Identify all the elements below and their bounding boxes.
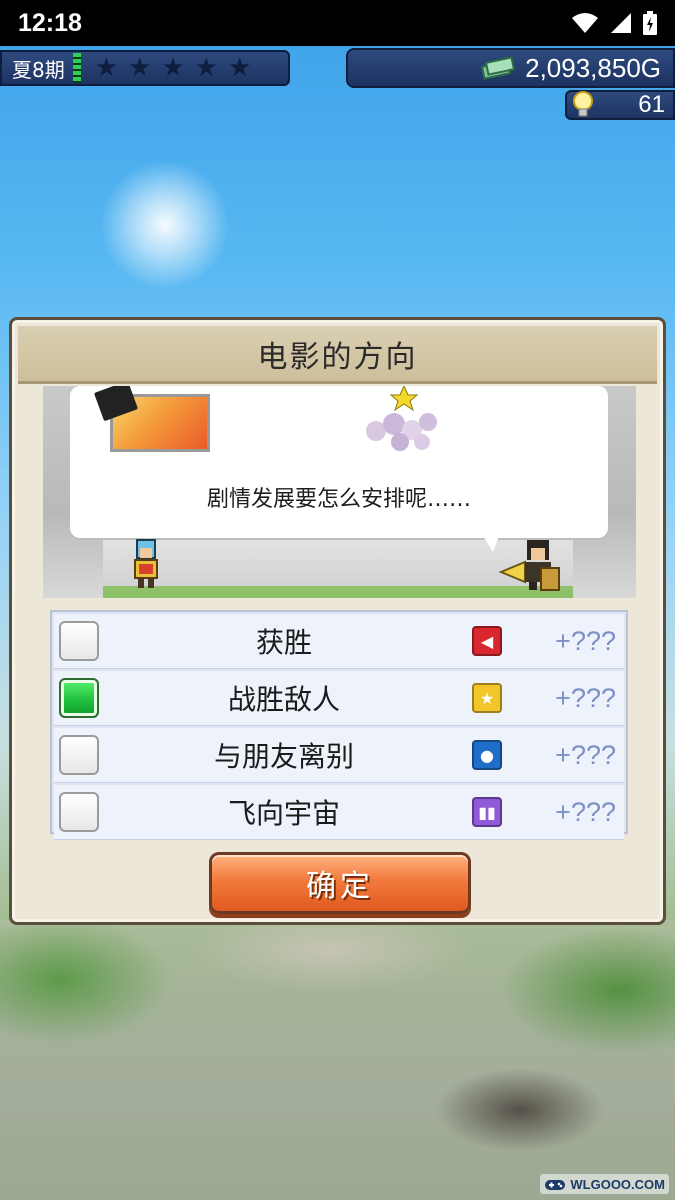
period-rating-panel: 夏8期 ★ ★ ★ ★ ★ bbox=[0, 50, 290, 86]
option-label: 获胜 bbox=[255, 626, 312, 659]
star-icon: ★ bbox=[227, 53, 252, 83]
actor-character bbox=[134, 539, 158, 588]
star-icon: ★ bbox=[194, 53, 218, 83]
wifi-icon bbox=[572, 13, 598, 33]
signal-icon bbox=[611, 13, 631, 33]
story-scene: 剧情发展要怎么安排呢…… bbox=[43, 386, 636, 598]
gamepad-icon bbox=[545, 1180, 566, 1190]
option-checkbox[interactable] bbox=[59, 792, 99, 832]
option-bonus: +??? bbox=[555, 796, 616, 827]
period-label: 夏8期 bbox=[12, 57, 65, 82]
star-icon: ★ bbox=[161, 53, 185, 83]
cash-icon bbox=[481, 56, 516, 80]
option-row[interactable]: 战胜敌人 ★ +??? bbox=[54, 671, 624, 726]
option-checkbox[interactable] bbox=[59, 678, 99, 718]
option-bonus: +??? bbox=[555, 682, 616, 713]
dialog-title: 电影的方向 bbox=[257, 339, 418, 375]
star-icon: ★ bbox=[94, 53, 119, 83]
option-checkbox[interactable] bbox=[59, 621, 99, 661]
background-sun bbox=[100, 160, 230, 290]
option-checkbox[interactable] bbox=[59, 735, 99, 775]
status-icons bbox=[571, 11, 657, 35]
option-row[interactable]: 获胜 ◀ +??? bbox=[54, 614, 624, 669]
option-label: 战胜敌人 bbox=[227, 683, 340, 716]
option-label: 飞向宇宙 bbox=[227, 797, 340, 830]
confirm-button[interactable]: 确定 bbox=[209, 852, 471, 914]
flower-idea-icon bbox=[366, 386, 437, 451]
option-bonus: +??? bbox=[555, 739, 616, 770]
watermark-text: WLGOOO.COM bbox=[570, 1176, 665, 1192]
speech-bubble: 剧情发展要怎么安排呢…… bbox=[70, 386, 608, 538]
speech-bubble-tail bbox=[483, 536, 499, 552]
person-icon: ● bbox=[472, 740, 502, 770]
status-bar: 12:18 bbox=[0, 0, 675, 46]
money-amount: 2,093,850G bbox=[525, 52, 661, 83]
option-row[interactable]: 与朋友离别 ● +??? bbox=[54, 728, 624, 783]
progress-meter bbox=[72, 53, 81, 83]
battery-icon bbox=[643, 11, 657, 35]
director-character bbox=[499, 540, 560, 591]
star-rating: ★ ★ ★ ★ ★ bbox=[95, 55, 252, 81]
status-time: 12:18 bbox=[18, 8, 82, 37]
site-watermark: WLGOOO.COM bbox=[540, 1174, 669, 1194]
lightbulb-icon bbox=[573, 91, 593, 117]
story-options-list: 获胜 ◀ +??? 战胜敌人 ★ +??? 与朋友离别 ● +??? 飞向宇宙 ▮▮ +??? bbox=[50, 610, 628, 840]
megaphone-icon: ◀ bbox=[472, 626, 502, 656]
dialog-header: 电影的方向 bbox=[18, 326, 657, 384]
option-label: 与朋友离别 bbox=[213, 740, 354, 773]
option-bonus: +??? bbox=[555, 625, 616, 656]
star-icon: ★ bbox=[128, 53, 152, 83]
star-icon: ★ bbox=[472, 683, 502, 713]
ideas-panel: 61 bbox=[565, 90, 675, 120]
confirm-label: 确定 bbox=[306, 869, 374, 904]
alien-icon: ▮▮ bbox=[472, 797, 502, 827]
money-panel: 2,093,850G bbox=[346, 48, 675, 88]
ideas-count: 61 bbox=[638, 91, 665, 118]
speech-text: 剧情发展要怎么安排呢…… bbox=[206, 487, 471, 512]
movie-direction-dialog: 电影的方向 剧情发展要怎么安排呢…… 获胜 ◀ +??? 战胜敌人 ★ +???… bbox=[9, 317, 666, 925]
background-scenery bbox=[0, 920, 675, 1200]
option-row[interactable]: 飞向宇宙 ▮▮ +??? bbox=[54, 785, 624, 840]
